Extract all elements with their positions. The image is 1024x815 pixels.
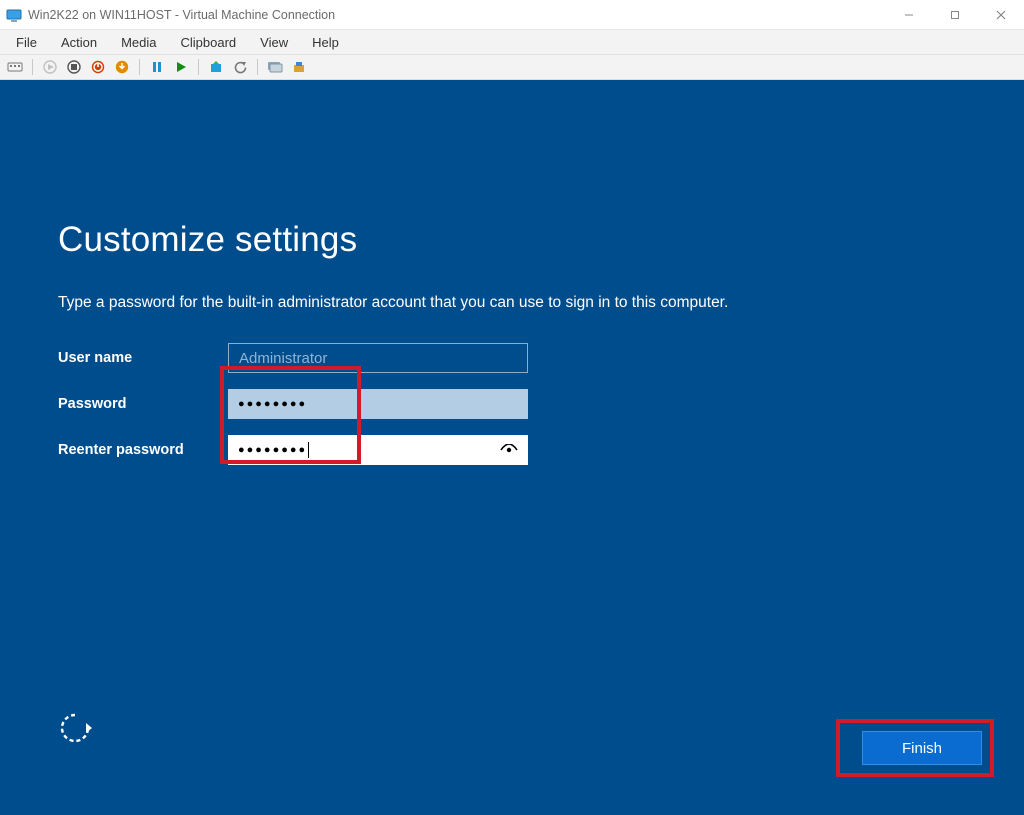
start-icon[interactable]	[41, 58, 59, 76]
titlebar: Win2K22 on WIN11HOST - Virtual Machine C…	[0, 0, 1024, 30]
turn-off-icon[interactable]	[65, 58, 83, 76]
reenter-password-field[interactable]: ●●●●●●●●	[228, 435, 528, 465]
menu-file[interactable]: File	[6, 33, 47, 52]
row-reenter: Reenter password ●●●●●●●●	[58, 434, 966, 466]
reveal-password-icon[interactable]	[500, 444, 518, 456]
row-username: User name Administrator	[58, 342, 966, 374]
enhanced-session-icon[interactable]	[266, 58, 284, 76]
menu-clipboard[interactable]: Clipboard	[171, 33, 247, 52]
finish-wrap: Finish	[862, 731, 982, 765]
vm-screen: Customize settings Type a password for t…	[0, 80, 1024, 815]
label-password: Password	[58, 396, 228, 412]
finish-button[interactable]: Finish	[862, 731, 982, 765]
password-field[interactable]: ●●●●●●●●	[228, 389, 528, 419]
share-icon[interactable]	[290, 58, 308, 76]
instruction-text: Type a password for the built-in adminis…	[58, 294, 966, 312]
close-button[interactable]	[978, 0, 1024, 29]
reset-icon[interactable]	[172, 58, 190, 76]
username-value: Administrator	[239, 350, 327, 367]
window-title: Win2K22 on WIN11HOST - Virtual Machine C…	[28, 8, 335, 22]
maximize-button[interactable]	[932, 0, 978, 29]
label-username: User name	[58, 350, 228, 366]
app-icon	[6, 7, 22, 23]
text-caret	[308, 442, 309, 458]
finish-label: Finish	[902, 740, 942, 757]
save-icon[interactable]	[113, 58, 131, 76]
ctrl-alt-del-icon[interactable]	[6, 58, 24, 76]
reenter-mask: ●●●●●●●●	[238, 444, 307, 456]
menu-view[interactable]: View	[250, 33, 298, 52]
shutdown-icon[interactable]	[89, 58, 107, 76]
toolbar	[0, 55, 1024, 80]
label-reenter: Reenter password	[58, 442, 228, 458]
page-title: Customize settings	[58, 220, 966, 260]
password-mask: ●●●●●●●●	[238, 398, 307, 410]
pause-icon[interactable]	[148, 58, 166, 76]
menubar: File Action Media Clipboard View Help	[0, 30, 1024, 55]
minimize-button[interactable]	[886, 0, 932, 29]
menu-help[interactable]: Help	[302, 33, 349, 52]
username-field: Administrator	[228, 343, 528, 373]
ease-of-access-icon[interactable]	[58, 711, 92, 745]
oobe-panel: Customize settings Type a password for t…	[58, 220, 966, 480]
window-controls	[886, 0, 1024, 29]
checkpoint-icon[interactable]	[207, 58, 225, 76]
menu-media[interactable]: Media	[111, 33, 166, 52]
row-password: Password ●●●●●●●●	[58, 388, 966, 420]
revert-icon[interactable]	[231, 58, 249, 76]
menu-action[interactable]: Action	[51, 33, 107, 52]
